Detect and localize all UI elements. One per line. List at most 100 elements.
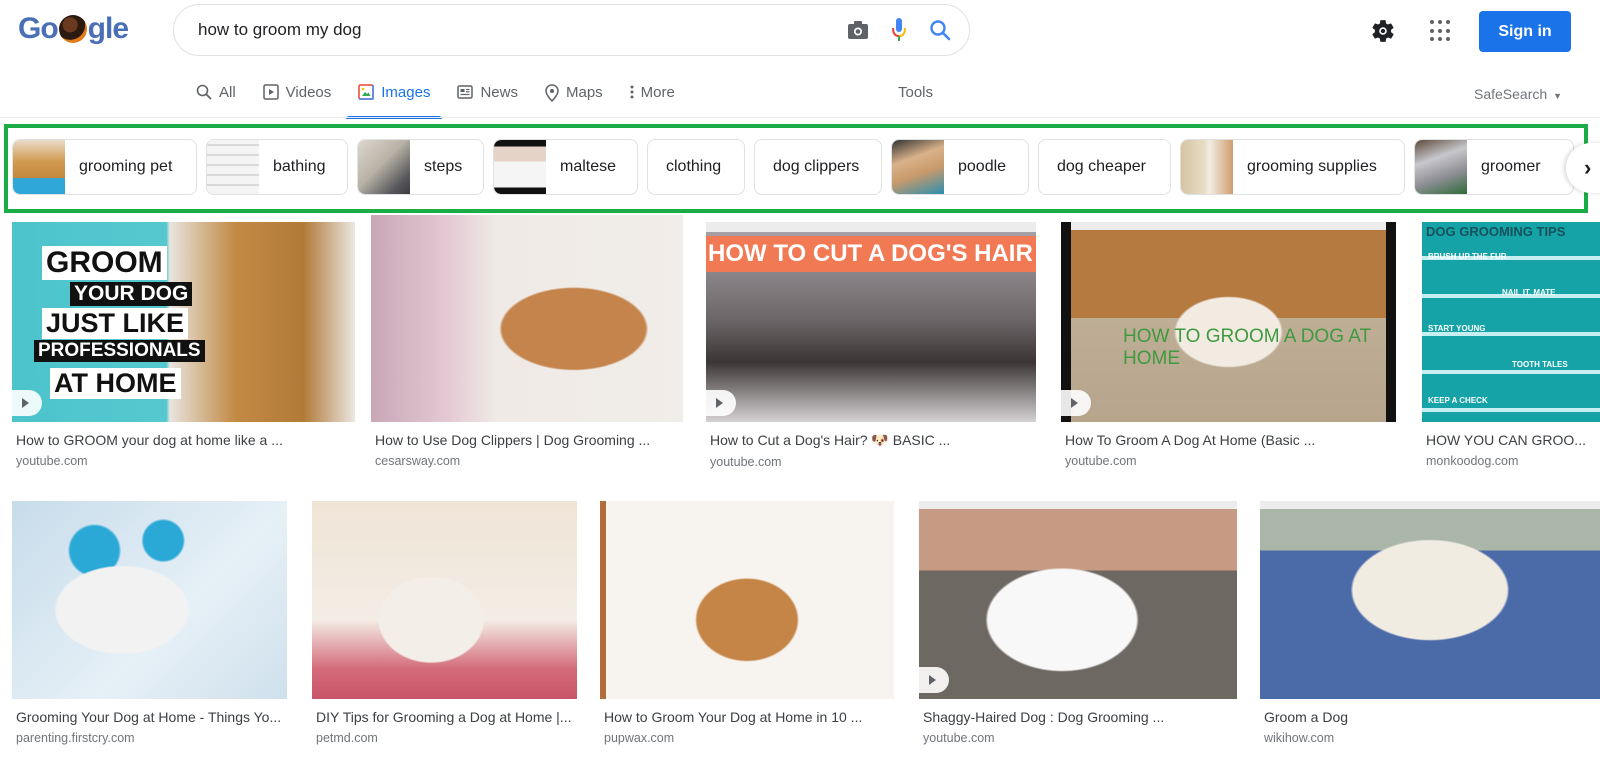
result-image [312,501,577,699]
overlay-text: PROFESSIONALS [34,340,205,362]
search-icon [196,84,212,100]
overlay-text: GROOM [42,246,167,280]
result-source[interactable]: youtube.com [706,455,1036,469]
overlay-text: TOOTH TALES [1512,360,1568,369]
chip-grooming-supplies[interactable]: grooming supplies [1180,139,1405,195]
image-result[interactable]: HOW TO GROOM A DOG AT HOME How To Groom … [1061,222,1396,468]
result-title[interactable]: HOW YOU CAN GROO... [1422,432,1600,448]
chip-steps[interactable]: steps [357,139,484,195]
chip-groomer[interactable]: groomer [1414,139,1574,195]
microphone-icon[interactable] [891,17,907,43]
result-title[interactable]: How to Cut a Dog's Hair? 🐶 BASIC ... [706,432,1036,449]
result-source[interactable]: youtube.com [919,731,1237,745]
result-title[interactable]: How to Groom Your Dog at Home in 10 ... [600,709,894,725]
caret-down-icon: ▼ [1553,91,1562,101]
result-title[interactable]: Shaggy-Haired Dog : Dog Grooming ... [919,709,1237,725]
safesearch-label: SafeSearch [1474,86,1548,102]
search-input[interactable] [198,20,758,40]
chip-thumbnail [892,140,944,194]
tab-more[interactable]: More [630,74,675,118]
chip-poodle[interactable]: poodle [891,139,1029,195]
chip-thumbnail [1181,140,1233,194]
play-icon [706,390,736,416]
result-source[interactable]: monkoodog.com [1422,454,1600,468]
camera-icon[interactable] [847,20,869,40]
result-image [12,501,287,699]
tab-label: More [640,84,675,101]
result-title[interactable]: How to GROOM your dog at home like a ... [12,432,355,448]
image-result[interactable]: How to Groom Your Dog at Home in 10 ... … [600,501,894,745]
result-image: GROOM YOUR DOG JUST LIKE PROFESSIONALS A… [12,222,355,422]
result-image: DOG GROOMING TIPS BRUSH UP THE FUR NAIL … [1422,222,1600,422]
chip-dog-cheaper[interactable]: dog cheaper [1038,139,1171,195]
chip-dog-clippers[interactable]: dog clippers [754,139,882,195]
overlay-text: START YOUNG [1428,324,1486,333]
related-chips: grooming pet bathing steps maltese cloth… [12,139,1592,195]
image-result[interactable]: DOG GROOMING TIPS BRUSH UP THE FUR NAIL … [1422,222,1600,468]
search-tabs: All Videos Images News Maps More [196,74,702,119]
overlay-text: HOW TO GROOM A DOG AT HOME [1123,326,1371,369]
search-icon[interactable] [929,19,951,41]
image-result[interactable]: GROOM YOUR DOG JUST LIKE PROFESSIONALS A… [12,222,355,468]
tab-label: News [480,84,518,101]
tab-maps[interactable]: Maps [545,74,603,118]
logo-text-start: Go [18,12,59,45]
overlay-text: YOUR DOG [70,282,193,306]
overlay-text: HOW TO CUT A DOG'S HAIR [706,236,1036,272]
search-box [173,4,970,56]
result-source[interactable]: parenting.firstcry.com [12,731,287,745]
logo-text-end: gle [87,12,129,45]
overlay-text: KEEP A CHECK [1428,396,1488,405]
image-result[interactable]: Groom a Dog wikihow.com [1260,501,1600,745]
tab-images[interactable]: Images [346,74,443,119]
image-result[interactable]: DIY Tips for Grooming a Dog at Home |...… [312,501,577,745]
tab-news[interactable]: News [457,74,518,118]
chip-thumbnail [358,140,410,194]
result-title[interactable]: Grooming Your Dog at Home - Things Yo... [12,709,287,725]
play-icon [919,667,949,693]
more-vert-icon [630,84,634,100]
result-source[interactable]: youtube.com [1061,454,1396,468]
tab-all[interactable]: All [196,74,236,118]
tab-label: All [219,84,236,101]
image-result[interactable]: Shaggy-Haired Dog : Dog Grooming ... you… [919,501,1237,745]
result-title[interactable]: DIY Tips for Grooming a Dog at Home |... [312,709,577,725]
tab-label: Images [381,84,431,101]
safesearch-dropdown[interactable]: SafeSearch ▼ [1474,86,1562,102]
news-icon [457,84,474,100]
result-image [600,501,894,699]
chip-thumbnail [494,140,546,194]
chip-maltese[interactable]: maltese [493,139,638,195]
overlay-text: AT HOME [50,368,181,399]
play-icon [12,390,42,416]
google-logo[interactable]: Go gle [18,12,129,46]
chip-clothing[interactable]: clothing [647,139,745,195]
chevron-right-icon: › [1584,155,1592,180]
tab-label: Videos [285,84,332,101]
result-title[interactable]: Groom a Dog [1260,709,1600,725]
result-title[interactable]: How To Groom A Dog At Home (Basic ... [1061,432,1396,448]
play-icon [1061,390,1091,416]
result-source[interactable]: cesarsway.com [371,454,683,468]
overlay-text: JUST LIKE [42,308,189,339]
tab-videos[interactable]: Videos [262,74,332,118]
result-source[interactable]: pupwax.com [600,731,894,745]
result-source[interactable]: petmd.com [312,731,577,745]
gear-icon[interactable] [1370,18,1396,44]
chip-thumbnail [207,140,259,194]
chip-thumbnail [1415,140,1467,194]
result-image: HOW TO CUT A DOG'S HAIR [706,222,1036,422]
result-image [371,215,683,422]
result-image [919,501,1237,699]
chip-bathing[interactable]: bathing [206,139,348,195]
image-result[interactable]: HOW TO CUT A DOG'S HAIR How to Cut a Dog… [706,222,1036,469]
result-source[interactable]: wikihow.com [1260,731,1600,745]
sign-in-button[interactable]: Sign in [1479,11,1571,52]
tools-button[interactable]: Tools [898,84,933,101]
image-result[interactable]: Grooming Your Dog at Home - Things Yo...… [12,501,287,745]
result-source[interactable]: youtube.com [12,454,355,468]
apps-grid-icon[interactable] [1430,20,1452,42]
image-result[interactable]: How to Use Dog Clippers | Dog Grooming .… [371,215,683,468]
chip-grooming-pet[interactable]: grooming pet [12,139,197,195]
result-title[interactable]: How to Use Dog Clippers | Dog Grooming .… [371,432,683,448]
